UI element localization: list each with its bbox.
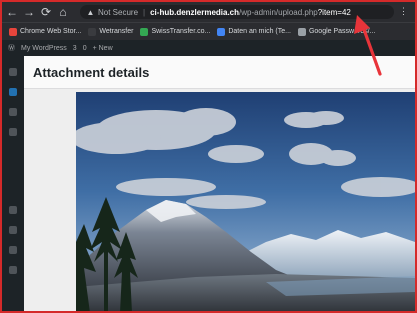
annotation-arrow-icon [354, 15, 382, 76]
screenshot-frame: ← → ⟳ ⌂ ▲ Not Secure | ci-hub.denzlermed… [0, 0, 417, 313]
